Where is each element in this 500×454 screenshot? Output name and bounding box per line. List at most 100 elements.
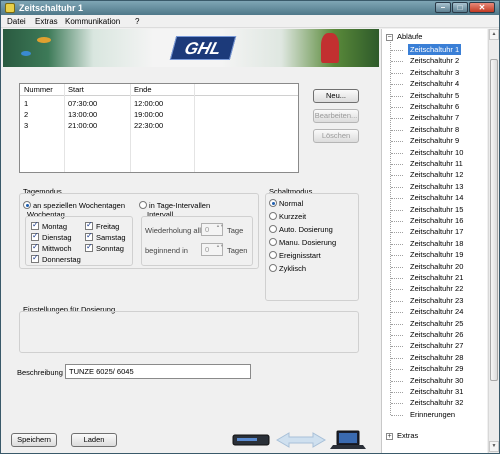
app-icon — [5, 3, 15, 13]
col-start[interactable]: Start — [68, 85, 84, 94]
tree-connector — [391, 61, 403, 63]
save-button[interactable]: Speichern — [11, 433, 57, 447]
begin-spinner[interactable]: 0 — [201, 243, 223, 256]
title-bar[interactable]: Zeitschaltuhr 1 – □ ✕ — [1, 1, 499, 15]
table-row[interactable]: 1 07:30:00 12:00:00 — [20, 98, 298, 108]
radio-weekdays-label: an speziellen Wochentagen — [33, 201, 126, 210]
beschreibung-input[interactable]: TUNZE 6025/ 6045 — [65, 364, 251, 379]
scroll-thumb[interactable] — [490, 59, 498, 381]
schedule-list[interactable]: Nummer Start Ende 1 07:30:00 12:00:00 2 … — [19, 83, 299, 173]
label-mittwoch: Mittwoch — [42, 244, 72, 253]
tree-item[interactable]: Zeitschaltuhr 18 — [408, 238, 465, 249]
radio-interval[interactable] — [139, 201, 147, 209]
menu-extras[interactable]: Extras — [35, 17, 58, 26]
tree-item[interactable]: Zeitschaltuhr 14 — [408, 192, 465, 203]
label-ereignisstart: Ereignisstart — [279, 251, 321, 260]
tree-view[interactable]: − Abläufe Zeitschaltuhr 1 Zeitschaltuhr 2… — [381, 29, 487, 453]
tree-connector — [391, 95, 403, 97]
tree-item[interactable]: Zeitschaltuhr 24 — [408, 306, 465, 317]
tree-connector — [391, 175, 403, 177]
checkbox-freitag[interactable] — [85, 220, 93, 230]
scroll-up-arrow[interactable]: ▲ — [489, 29, 499, 40]
tree-item[interactable]: Erinnerungen — [408, 409, 457, 420]
tree-connector — [391, 346, 403, 348]
close-button[interactable]: ✕ — [469, 2, 495, 13]
plant-image — [321, 33, 339, 63]
tree-item[interactable]: Zeitschaltuhr 8 — [408, 124, 461, 135]
radio-manu-dosierung[interactable] — [269, 238, 277, 246]
col-nummer[interactable]: Nummer — [24, 85, 53, 94]
tree-item[interactable]: Zeitschaltuhr 26 — [408, 329, 465, 340]
radio-auto-dosierung[interactable] — [269, 225, 277, 233]
tree-item[interactable]: Zeitschaltuhr 25 — [408, 318, 465, 329]
intervall-group — [141, 216, 253, 266]
tree-item[interactable]: Zeitschaltuhr 4 — [408, 78, 461, 89]
edit-button[interactable]: Bearbeiten... — [313, 109, 359, 123]
tree-item[interactable]: Zeitschaltuhr 3 — [408, 67, 461, 78]
tree-item[interactable]: Zeitschaltuhr 22 — [408, 283, 465, 294]
tree-connector — [391, 357, 403, 359]
load-button[interactable]: Laden — [71, 433, 117, 447]
tree-item[interactable]: Zeitschaltuhr 12 — [408, 169, 465, 180]
checkbox-donnerstag[interactable] — [31, 253, 39, 263]
collapse-icon[interactable]: − — [386, 34, 393, 41]
tree-item[interactable]: Zeitschaltuhr 15 — [408, 204, 465, 215]
tree-connector — [391, 209, 403, 211]
tree-item[interactable]: Zeitschaltuhr 7 — [408, 112, 461, 123]
tree-item[interactable]: Zeitschaltuhr 32 — [408, 397, 465, 408]
checkbox-sonntag[interactable] — [85, 242, 93, 252]
radio-normal[interactable] — [269, 199, 277, 207]
tree-item[interactable]: Zeitschaltuhr 19 — [408, 249, 465, 260]
new-button[interactable]: Neu... — [313, 89, 359, 103]
tree-scrollbar[interactable]: ▲ ▼ — [488, 29, 499, 453]
tree-connector — [391, 414, 403, 416]
table-row[interactable]: 3 21:00:00 22:30:00 — [20, 120, 298, 130]
expand-icon[interactable]: + — [386, 433, 393, 440]
tree-item[interactable]: Zeitschaltuhr 11 — [408, 158, 465, 169]
tree-item[interactable]: Zeitschaltuhr 29 — [408, 363, 465, 374]
tree-item[interactable]: Zeitschaltuhr 28 — [408, 352, 465, 363]
tree-item[interactable]: Zeitschaltuhr 21 — [408, 272, 465, 283]
radio-kurzzeit[interactable] — [269, 212, 277, 220]
tree-item[interactable]: Zeitschaltuhr 13 — [408, 181, 465, 192]
tree-item[interactable]: Zeitschaltuhr 2 — [408, 55, 461, 66]
cell-end: 19:00:00 — [134, 110, 164, 119]
radio-ereignisstart[interactable] — [269, 251, 277, 259]
label-zyklisch: Zyklisch — [279, 264, 307, 273]
tree-connector — [391, 392, 403, 393]
tree-item[interactable]: Zeitschaltuhr 5 — [408, 90, 461, 101]
checkbox-dienstag[interactable] — [31, 231, 39, 241]
tree-item[interactable]: Zeitschaltuhr 23 — [408, 295, 465, 306]
menu-datei[interactable]: Datei — [7, 17, 26, 26]
delete-button[interactable]: Löschen — [313, 129, 359, 143]
tree-connector — [391, 107, 403, 108]
checkbox-mittwoch[interactable] — [31, 242, 39, 252]
tree-item[interactable]: Zeitschaltuhr 31 — [408, 386, 465, 397]
checkbox-montag[interactable] — [31, 220, 39, 230]
tree-item[interactable]: Zeitschaltuhr 9 — [408, 135, 461, 146]
col-ende[interactable]: Ende — [134, 85, 152, 94]
table-row[interactable]: 2 13:00:00 19:00:00 — [20, 109, 298, 119]
radio-weekdays[interactable] — [23, 201, 31, 209]
tree-item[interactable]: Zeitschaltuhr 6 — [408, 101, 461, 112]
maximize-button[interactable]: □ — [452, 2, 468, 13]
tree-item[interactable]: Zeitschaltuhr 30 — [408, 375, 465, 386]
tree-item[interactable]: Zeitschaltuhr 1 — [408, 44, 462, 55]
repeat-spinner[interactable]: 0 — [201, 223, 223, 236]
menu-help[interactable]: ? — [135, 17, 139, 26]
tree-root-ablaeufe[interactable]: Abläufe — [397, 32, 422, 41]
tree-item[interactable]: Zeitschaltuhr 17 — [408, 226, 465, 237]
checkbox-samstag[interactable] — [85, 231, 93, 241]
tree-item[interactable]: Zeitschaltuhr 16 — [408, 215, 465, 226]
tree-item[interactable]: Zeitschaltuhr 20 — [408, 261, 465, 272]
cell-end: 22:30:00 — [134, 121, 164, 130]
scroll-down-arrow[interactable]: ▼ — [489, 441, 499, 452]
begin-label: beginnend in — [145, 246, 188, 255]
menu-kommunikation[interactable]: Kommunikation — [65, 17, 120, 26]
tree-item[interactable]: Zeitschaltuhr 27 — [408, 340, 465, 351]
tree-item[interactable]: Zeitschaltuhr 10 — [408, 147, 465, 158]
cell-start: 21:00:00 — [68, 121, 98, 130]
tree-root-extras[interactable]: Extras — [397, 431, 418, 440]
minimize-button[interactable]: – — [435, 2, 451, 13]
radio-zyklisch[interactable] — [269, 264, 277, 272]
